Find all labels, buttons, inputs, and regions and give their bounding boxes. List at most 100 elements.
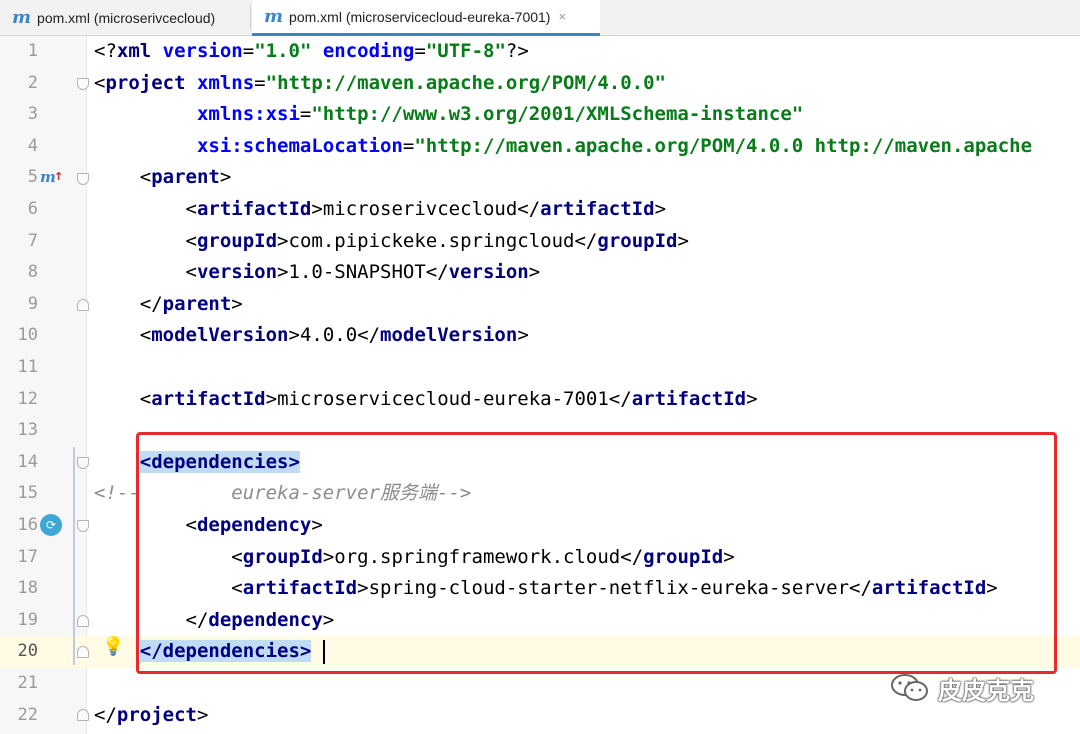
code-token: com.pipickeke.springcloud [288,229,575,252]
text-caret [323,640,325,664]
code-token: groupId [196,229,278,252]
code-line[interactable]: 12 <artifactId>microservicecloud-eureka-… [0,384,1080,416]
code-token: = [242,40,255,62]
tab-pom-eureka[interactable]: m pom.xml (microservicecloud-eureka-7001… [252,0,600,36]
code-token: </ [608,387,632,410]
code-token: > [654,198,667,220]
fold-icon[interactable] [77,173,89,185]
code-token: = [402,134,415,157]
code-token: > [528,261,541,284]
code-line[interactable]: 10 <modelVersion>4.0.0</modelVersion> [0,320,1080,352]
code-text: </project> [94,700,208,732]
code-line[interactable]: 8 <version>1.0-SNAPSHOT</version> [0,257,1080,289]
line-number: 12 [17,388,38,409]
code-line[interactable]: 1 <?xml version="1.0" encoding="UTF-8"?> [0,36,1080,68]
close-icon[interactable]: × [558,9,566,24]
dependency-icon[interactable]: ⟳ [40,514,62,536]
fold-icon[interactable] [77,457,89,469]
fold-icon[interactable] [77,646,89,658]
line-number: 17 [17,546,38,567]
code-token: xmlns [196,71,255,94]
code-text: <artifactId>microserivcecloud</artifactI… [94,194,667,226]
code-line[interactable]: 7 <groupId>com.pipickeke.springcloud</gr… [0,226,1080,258]
code-token: xmlns:xsi [196,103,300,126]
fold-icon[interactable] [77,615,89,627]
code-line[interactable]: 3 xmlns:xsi="http://www.w3.org/2001/XMLS… [0,99,1080,131]
code-token: groupId [597,229,678,252]
code-line[interactable]: 9 </parent> [0,289,1080,321]
code-token: version [162,40,243,62]
line-number: 2 [27,72,38,93]
code-text: <groupId>com.pipickeke.springcloud</grou… [94,226,689,258]
fold-icon[interactable] [77,520,89,532]
code-line[interactable]: 6 <artifactId>microserivcecloud</artifac… [0,194,1080,226]
line-number: 6 [27,199,38,219]
code-token: > [517,324,529,347]
code-token: </ [139,292,163,315]
code-token: = [414,40,426,62]
annotation-box [136,432,1057,674]
code-token: artifactId [151,387,266,410]
scope-guide-line [73,447,75,665]
code-text: <project xmlns="http://maven.apache.org/… [94,68,666,100]
code-token: encoding [322,40,415,62]
code-line[interactable]: 4 xsi:schemaLocation="http://maven.apach… [0,131,1080,163]
code-token: </ [574,229,598,252]
code-token: < [139,324,152,347]
code-token: microservicecloud-eureka-7001 [277,387,609,410]
fold-icon[interactable] [77,709,89,721]
code-token: > [746,387,758,410]
code-line[interactable]: 5 <parent> [0,162,1080,194]
code-line[interactable]: 2 <project xmlns="http://maven.apache.org… [0,68,1080,100]
maven-m-icon: m [264,5,284,27]
code-token: "1.0" [254,40,312,62]
code-text: <version>1.0-SNAPSHOT</version> [94,257,541,289]
fold-icon[interactable] [77,78,89,90]
code-token: "http://maven.apache.org/POM/4.0.0" [265,71,666,94]
code-token: "http://www.w3.org/2001/XMLSchema-instan… [311,103,804,126]
watermark: 皮皮克克 [890,668,1034,708]
code-token: ?> [505,40,529,62]
editor-tab-bar: m pom.xml (microserivcecloud) m pom.xml … [0,0,1080,36]
tab-pom-parent[interactable]: m pom.xml (microserivcecloud) [0,0,250,36]
code-token: project [105,71,197,94]
line-number: 1 [27,41,38,61]
line-number: 10 [17,325,38,346]
code-token: </ [425,261,449,284]
code-token: version [448,261,529,284]
code-token: < [185,261,197,284]
code-token: = [299,103,312,126]
line-number: 13 [17,420,38,441]
code-text: <?xml version="1.0" encoding="UTF-8"?> [94,36,529,68]
code-token: > [231,292,243,315]
code-token: > [219,166,232,189]
code-token: > [288,324,300,347]
arrow-up-icon[interactable]: ↑ [54,166,63,184]
code-token: </ [357,324,381,347]
code-token: < [94,71,106,94]
fold-icon[interactable] [77,299,89,311]
line-number: 8 [27,262,38,283]
code-token: = [254,71,266,94]
code-token: > [277,261,289,284]
code-token: </ [94,703,117,726]
code-token: "http://maven.apache.org/POM/4.0.0 http:… [414,134,1033,157]
code-token: microserivcecloud [322,198,518,220]
lightbulb-icon[interactable]: 💡 [102,636,124,657]
tab-divider [250,6,251,30]
code-line[interactable]: 11 [0,352,1080,384]
line-number: 11 [17,357,38,377]
line-number: 21 [17,673,38,693]
code-token: "UTF-8" [425,40,506,62]
code-token: > [677,229,689,252]
watermark-text: 皮皮克克 [938,676,1034,705]
code-token: > [277,229,289,252]
code-token: parent [162,292,232,315]
code-token: 1.0-SNAPSHOT [288,261,426,284]
